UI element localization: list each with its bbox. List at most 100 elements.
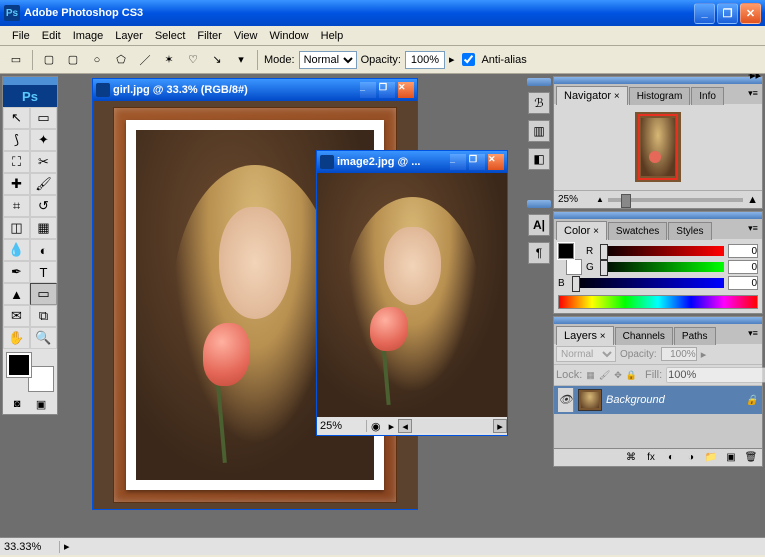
shape-custom-icon[interactable]: ✶ xyxy=(159,50,179,70)
navigator-zoom-value[interactable]: 25% xyxy=(558,194,592,205)
dock-paragraph-icon[interactable]: ¶ xyxy=(528,242,550,264)
dock-brushes-icon[interactable]: ℬ xyxy=(528,92,550,114)
g-slider[interactable] xyxy=(600,262,724,272)
doc-zoom-image2[interactable]: 25% xyxy=(317,420,367,432)
tab-navigator[interactable]: Navigator × xyxy=(556,86,628,105)
layer-opacity-input[interactable] xyxy=(661,347,697,361)
panel-grip[interactable]: –× xyxy=(554,317,762,324)
delete-layer-icon[interactable]: 🗑 xyxy=(744,451,758,465)
tab-info[interactable]: Info xyxy=(691,87,724,105)
fill-input[interactable] xyxy=(666,367,765,383)
shape-heart-icon[interactable]: ♡ xyxy=(183,50,203,70)
lock-all-icon[interactable]: 🔒 xyxy=(626,368,637,382)
dock-toolpresets-icon[interactable]: ▥ xyxy=(528,120,550,142)
color-spectrum[interactable] xyxy=(558,295,758,309)
layer-visibility-icon[interactable]: 👁 xyxy=(558,388,574,412)
layer-fx-icon[interactable]: fx xyxy=(644,451,658,465)
layer-thumbnail[interactable] xyxy=(578,389,602,411)
color-swatches[interactable] xyxy=(7,353,53,391)
menu-window[interactable]: Window xyxy=(264,28,315,44)
navigator-zoom-slider[interactable] xyxy=(608,198,743,202)
lasso-tool[interactable]: ⟆ xyxy=(3,129,30,151)
tool-preset-icon[interactable]: ▭ xyxy=(6,50,26,70)
doc-info-icon[interactable]: ◉ xyxy=(367,420,385,433)
menu-view[interactable]: View xyxy=(228,28,264,44)
tab-histogram[interactable]: Histogram xyxy=(629,87,691,105)
shape-line-icon[interactable]: ／ xyxy=(135,50,155,70)
shape-ellipse-icon[interactable]: ○ xyxy=(87,50,107,70)
app-zoom-value[interactable]: 33.33% xyxy=(0,541,60,553)
app-info-flyout-icon[interactable]: ▸ xyxy=(60,540,74,553)
tab-paths[interactable]: Paths xyxy=(674,327,716,345)
r-input[interactable] xyxy=(728,244,758,258)
minimize-button[interactable]: _ xyxy=(694,3,715,24)
crop-tool[interactable]: ⛶ xyxy=(3,151,30,173)
doc-close-button[interactable]: ✕ xyxy=(398,82,414,98)
opacity-input[interactable] xyxy=(405,51,445,69)
menu-help[interactable]: Help xyxy=(315,28,350,44)
panel-menu-icon[interactable]: ▾≡ xyxy=(746,326,760,340)
blur-tool[interactable]: 💧 xyxy=(3,239,30,261)
canvas-image2[interactable] xyxy=(317,173,507,417)
doc-close-button[interactable]: ✕ xyxy=(488,154,504,170)
marquee-tool[interactable]: ▭ xyxy=(30,107,57,129)
hand-tool[interactable]: ✋ xyxy=(3,327,30,349)
shape-options-icon[interactable]: ▾ xyxy=(231,50,251,70)
pen-tool[interactable]: ✒ xyxy=(3,261,30,283)
tab-color[interactable]: Color × xyxy=(556,221,607,240)
doc-minimize-button[interactable]: _ xyxy=(450,154,466,170)
b-slider[interactable] xyxy=(572,278,724,288)
stamp-tool[interactable]: ⌗ xyxy=(3,195,30,217)
notes-tool[interactable]: ✉ xyxy=(3,305,30,327)
dodge-tool[interactable]: ◐ xyxy=(30,239,57,261)
antialias-checkbox[interactable] xyxy=(462,53,475,66)
shape-arrow-icon[interactable]: ↘ xyxy=(207,50,227,70)
tab-channels[interactable]: Channels xyxy=(615,327,673,345)
move-tool[interactable]: ↖ xyxy=(3,107,30,129)
gradient-tool[interactable]: ▦ xyxy=(30,217,57,239)
lock-paint-icon[interactable]: 🖌 xyxy=(599,368,610,382)
shape-roundrect-icon[interactable]: ▢ xyxy=(63,50,83,70)
heal-tool[interactable]: ✚ xyxy=(3,173,30,195)
layer-mask-icon[interactable]: ◐ xyxy=(664,451,678,465)
path-select-tool[interactable]: ▲ xyxy=(3,283,30,305)
zoom-out-icon[interactable]: ▲ xyxy=(596,195,604,204)
lock-move-icon[interactable]: ✥ xyxy=(614,368,622,382)
r-slider[interactable] xyxy=(600,246,724,256)
brush-tool[interactable]: 🖌 xyxy=(30,173,57,195)
maximize-button[interactable]: ❐ xyxy=(717,3,738,24)
slice-tool[interactable]: ✂ xyxy=(30,151,57,173)
menu-layer[interactable]: Layer xyxy=(109,28,149,44)
tab-swatches[interactable]: Swatches xyxy=(608,222,667,240)
shape-polygon-icon[interactable]: ⬠ xyxy=(111,50,131,70)
layer-group-icon[interactable]: 📁 xyxy=(704,451,718,465)
layer-name[interactable]: Background xyxy=(606,394,742,406)
eyedropper-tool[interactable]: ⧉ xyxy=(30,305,57,327)
dock-character-icon[interactable]: A| xyxy=(528,214,550,236)
h-scrollbar[interactable]: ◂ ▸ xyxy=(398,419,507,433)
panel-grip[interactable]: –× xyxy=(554,212,762,219)
screenmode-icon[interactable]: ▣ xyxy=(36,398,46,411)
menu-image[interactable]: Image xyxy=(67,28,110,44)
color-fg-swatch[interactable] xyxy=(558,243,574,259)
shape-rect-icon[interactable]: ▢ xyxy=(39,50,59,70)
dock-grip[interactable] xyxy=(527,200,551,208)
history-brush-tool[interactable]: ↺ xyxy=(30,195,57,217)
wand-tool[interactable]: ✦ xyxy=(30,129,57,151)
adjustment-layer-icon[interactable]: ◑ xyxy=(684,451,698,465)
type-tool[interactable]: T xyxy=(30,261,57,283)
quickmask-icon[interactable]: ◙ xyxy=(14,398,21,411)
b-input[interactable] xyxy=(728,276,758,290)
opacity-flyout-icon[interactable]: ▸ xyxy=(449,53,455,66)
tab-styles[interactable]: Styles xyxy=(668,222,711,240)
foreground-swatch[interactable] xyxy=(7,353,31,377)
menu-filter[interactable]: Filter xyxy=(191,28,227,44)
zoom-in-icon[interactable]: ▲ xyxy=(747,194,758,206)
menu-edit[interactable]: Edit xyxy=(36,28,67,44)
blend-mode-select[interactable]: Normal xyxy=(556,346,616,362)
doc-maximize-button[interactable]: ❐ xyxy=(469,154,485,170)
doc-minimize-button[interactable]: _ xyxy=(360,82,376,98)
link-layers-icon[interactable]: ⌘ xyxy=(624,451,638,465)
panel-menu-icon[interactable]: ▾≡ xyxy=(746,221,760,235)
layer-row-background[interactable]: 👁 Background 🔒 xyxy=(554,386,762,414)
